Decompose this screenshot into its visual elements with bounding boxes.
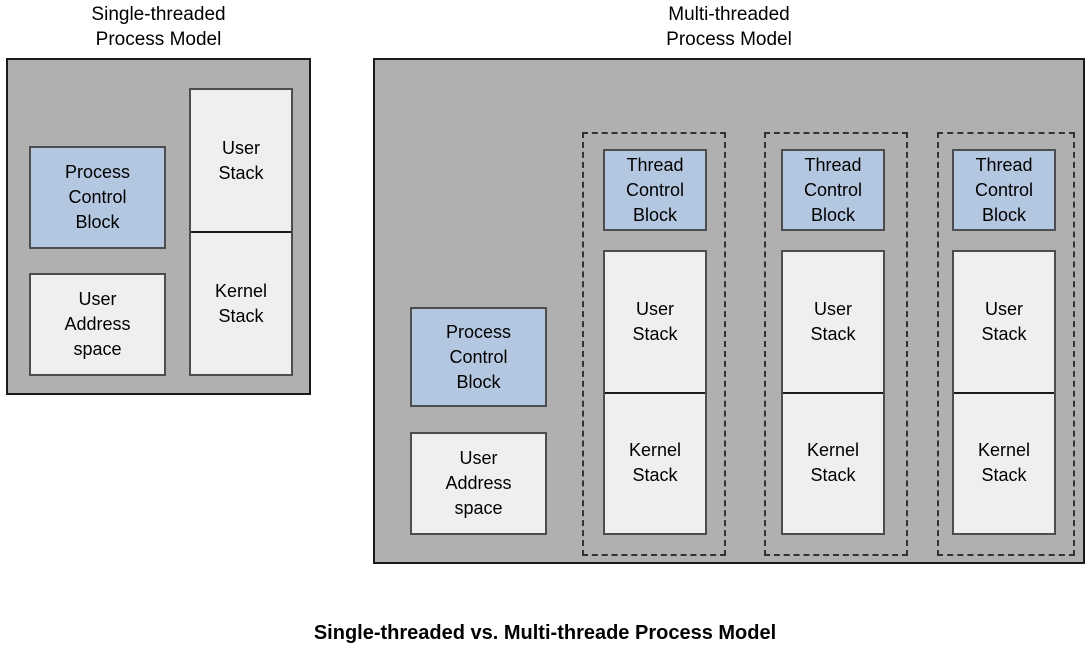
single-stack-column: User Stack Kernel Stack [189,88,293,376]
single-user-stack: User Stack [218,137,264,183]
thread-2-stack-column: User Stack Kernel Stack [781,250,885,535]
diagram-canvas: Single-threaded Process Model Process Co… [0,0,1090,654]
single-threaded-process-panel: Process Control Block User Address space… [6,58,311,395]
multi-threaded-title: Multi-threaded Process Model [666,4,792,50]
thread-2-control-block: Thread Control Block [781,149,885,231]
multi-threaded-process-panel: Process Control Block User Address space… [373,58,1085,564]
single-user-address-space: User Address space [29,273,166,376]
thread-3-user-stack: User Stack [981,298,1027,344]
multi-user-address-space: User Address space [410,432,547,535]
thread-3-kernel-stack: Kernel Stack [954,391,1054,534]
thread-3-stack-column: User Stack Kernel Stack [952,250,1056,535]
single-kernel-stack: Kernel Stack [191,231,291,374]
single-process-control-block: Process Control Block [29,146,166,249]
thread-1-control-block: Thread Control Block [603,149,707,231]
thread-1-kernel-stack: Kernel Stack [605,391,705,534]
thread-1-stack-column: User Stack Kernel Stack [603,250,707,535]
thread-2-kernel-stack: Kernel Stack [783,391,883,534]
thread-2-user-stack: User Stack [810,298,856,344]
figure-caption: Single-threaded vs. Multi-threade Proces… [313,622,777,644]
multi-process-control-block: Process Control Block [410,307,547,407]
thread-1-user-stack: User Stack [632,298,678,344]
thread-3-control-block: Thread Control Block [952,149,1056,231]
single-threaded-title: Single-threaded Process Model [91,4,226,50]
